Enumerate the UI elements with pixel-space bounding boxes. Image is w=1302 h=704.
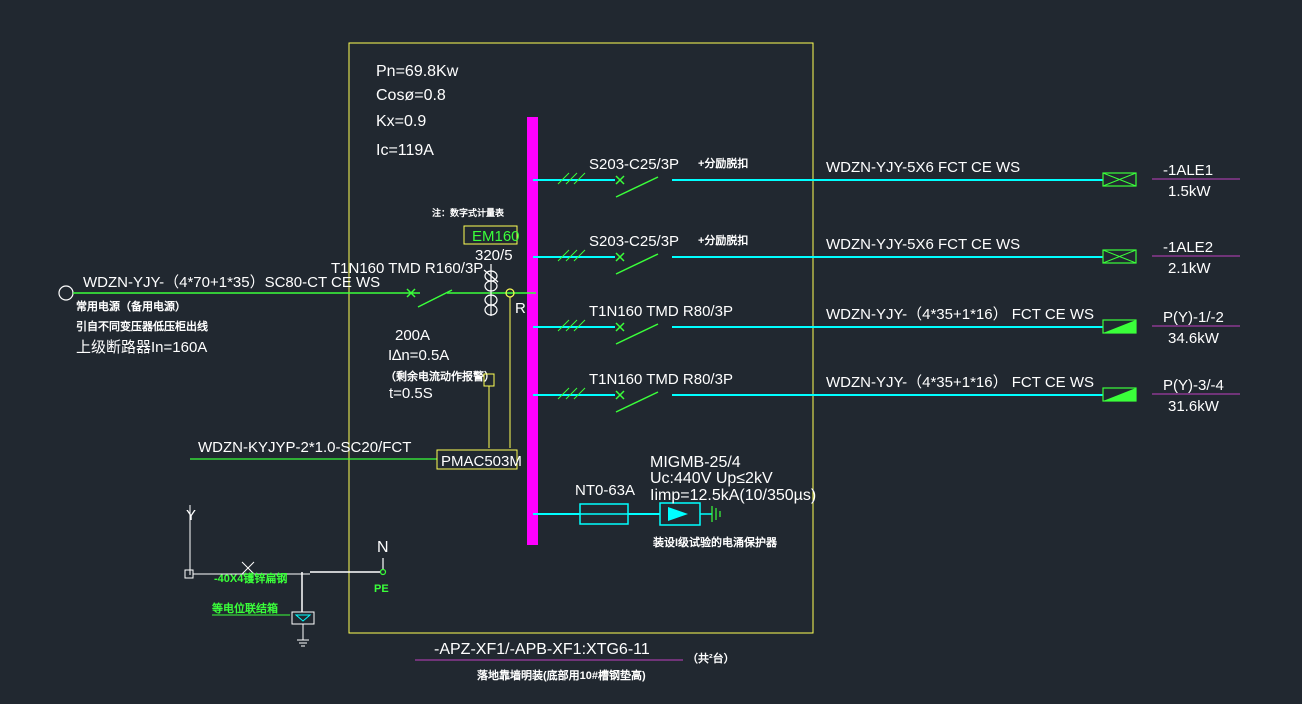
ground-icon bbox=[711, 506, 721, 522]
circuit-aux-label: +分励脱扣 bbox=[698, 233, 748, 247]
monitor-device-label: PMAC503M bbox=[441, 453, 522, 470]
breaker-contact-icon bbox=[615, 253, 659, 275]
earth-icon bbox=[297, 624, 309, 647]
meter-label: EM160 bbox=[472, 228, 520, 245]
current-transformer-icon bbox=[483, 264, 499, 316]
breaker-x-icon bbox=[615, 322, 625, 332]
incoming-idn: I∆n=0.5A bbox=[388, 347, 449, 364]
incoming-line: WDZN-YJY-（4*70+1*35）SC80-CT CE WS 常用电源（备… bbox=[58, 207, 536, 448]
ct-ratio: 320/5 bbox=[475, 247, 513, 264]
single-line-diagram: Pn=69.8Kw Cosø=0.8 Kx=0.9 Ic=119A WDZN-Y… bbox=[58, 42, 1240, 682]
n-label: N bbox=[377, 539, 389, 556]
phase-marks-icon bbox=[557, 249, 586, 262]
grounding: N PE Y -40X4镬锌扁钢 等电位联结箱 bbox=[184, 505, 389, 647]
circuit-aux-label: +分励脱扣 bbox=[698, 156, 748, 170]
panel-identification: -APZ-XF1/-APB-XF1:XTG6-11 （共²台） 落地靠墙明装(底… bbox=[415, 641, 735, 682]
param-pn: Pn=69.8Kw bbox=[376, 63, 459, 80]
spd-iimp: Iimp=12.5kA(10/350µs) bbox=[650, 487, 816, 504]
circuit-breaker-label: S203-C25/3P bbox=[589, 156, 679, 173]
monitor-cable: WDZN-KYJYP-2*1.0-SC20/FCT bbox=[198, 439, 411, 456]
power-box-icon bbox=[1102, 387, 1137, 402]
outgoing-circuits: S203-C25/3P +分励脱扣 WDZN-YJY-5X6 FCT CE WS -1… bbox=[533, 156, 1240, 415]
circuit-power: 2.1kW bbox=[1168, 260, 1211, 277]
circuit-id: P(Y)-3/-4 bbox=[1163, 377, 1224, 394]
incoming-rcd-note: （剩余电流动作报警） bbox=[385, 369, 495, 383]
circuit-row: T1N160 TMD R80/3P WDZN-YJY-（4*35+1*16） FC… bbox=[533, 371, 1240, 415]
circuit-breaker-label: T1N160 TMD R80/3P bbox=[589, 371, 733, 388]
circuit-id: -1ALE1 bbox=[1163, 162, 1213, 179]
pe-label: PE bbox=[374, 583, 389, 595]
panel-install-note: 落地靠墙明装(底部用10#槽钢垫高) bbox=[477, 668, 646, 682]
rcd-r-label: R bbox=[515, 300, 526, 317]
bonding-box-label: 等电位联结箱 bbox=[211, 601, 278, 615]
power-box-icon bbox=[1102, 319, 1137, 334]
incoming-rating: 200A bbox=[395, 327, 430, 344]
breaker-x-icon bbox=[615, 175, 625, 185]
incoming-breaker-label: T1N160 TMD R160/3P bbox=[331, 260, 483, 277]
circuit-breaker-label: S203-C25/3P bbox=[589, 233, 679, 250]
incoming-note-upstream: 上级断路器In=160A bbox=[76, 339, 207, 356]
pe-terminal-icon bbox=[379, 568, 387, 576]
circuit-row: S203-C25/3P +分励脱扣 WDZN-YJY-5X6 FCT CE WS -1… bbox=[533, 233, 1240, 277]
panel-parameters: Pn=69.8Kw Cosø=0.8 Kx=0.9 Ic=119A bbox=[376, 63, 459, 159]
circuit-power: 34.6kW bbox=[1168, 330, 1220, 347]
incoming-breaker-contact-icon bbox=[417, 289, 453, 308]
axis-y-label: Y bbox=[186, 507, 196, 524]
circuit-power: 31.6kW bbox=[1168, 398, 1220, 415]
meter-note: 注：数字式计量表 bbox=[432, 207, 505, 218]
param-kx: Kx=0.9 bbox=[376, 113, 426, 130]
circuit-row: T1N160 TMD R80/3P WDZN-YJY-（4*35+1*16） FC… bbox=[533, 303, 1240, 347]
busbar bbox=[527, 117, 538, 545]
breaker-contact-icon bbox=[615, 391, 659, 413]
circuit-cable-label: WDZN-YJY-5X6 FCT CE WS bbox=[826, 236, 1020, 253]
param-cos: Cosø=0.8 bbox=[376, 87, 446, 104]
monitor-line: WDZN-KYJYP-2*1.0-SC20/FCT PMAC503M bbox=[190, 439, 522, 470]
incoming-time: t=0.5S bbox=[389, 385, 433, 402]
circuit-cable-label: WDZN-YJY-（4*35+1*16） FCT CE WS bbox=[826, 306, 1094, 323]
circuit-breaker-label: T1N160 TMD R80/3P bbox=[589, 303, 733, 320]
spd-branch: NT0-63A MIGMB-25/4 Uc:440V Up≤2kV Iimp=1… bbox=[533, 454, 816, 549]
param-ic: Ic=119A bbox=[376, 142, 434, 159]
phase-marks-icon bbox=[557, 319, 586, 332]
circuit-cable-label: WDZN-YJY-5X6 FCT CE WS bbox=[826, 159, 1020, 176]
incoming-terminal-icon bbox=[58, 285, 74, 301]
breaker-x-icon bbox=[615, 252, 625, 262]
breaker-x-icon bbox=[615, 390, 625, 400]
circuit-id: P(Y)-1/-2 bbox=[1163, 309, 1224, 326]
bonding-box-icon bbox=[291, 611, 315, 625]
breaker-contact-icon bbox=[615, 323, 659, 345]
lighting-box-icon bbox=[1102, 172, 1137, 187]
spd-model: MIGMB-25/4 bbox=[650, 454, 741, 471]
breaker-contact-icon bbox=[615, 176, 659, 198]
circuit-power: 1.5kW bbox=[1168, 183, 1211, 200]
spd-uc: Uc:440V Up≤2kV bbox=[650, 470, 773, 487]
incoming-note-source: 常用电源（备用电源） bbox=[76, 299, 186, 313]
circuit-id: -1ALE2 bbox=[1163, 239, 1213, 256]
incoming-note-origin: 引自不同变压器低压柜出线 bbox=[76, 319, 208, 333]
panel-quantity: （共²台） bbox=[687, 651, 735, 665]
circuit-row: S203-C25/3P +分励脱扣 WDZN-YJY-5X6 FCT CE WS -1… bbox=[533, 156, 1240, 200]
spd-note: 装设I级试验的电涌保护器 bbox=[652, 535, 778, 549]
fuse-label: NT0-63A bbox=[575, 482, 635, 499]
phase-marks-icon bbox=[557, 387, 586, 400]
circuit-cable-label: WDZN-YJY-（4*35+1*16） FCT CE WS bbox=[826, 374, 1094, 391]
lighting-box-icon bbox=[1102, 249, 1137, 264]
grounding-strip-label: -40X4镬锌扁钢 bbox=[214, 571, 287, 585]
phase-marks-icon bbox=[557, 172, 586, 185]
panel-id: -APZ-XF1/-APB-XF1:XTG6-11 bbox=[434, 641, 650, 658]
